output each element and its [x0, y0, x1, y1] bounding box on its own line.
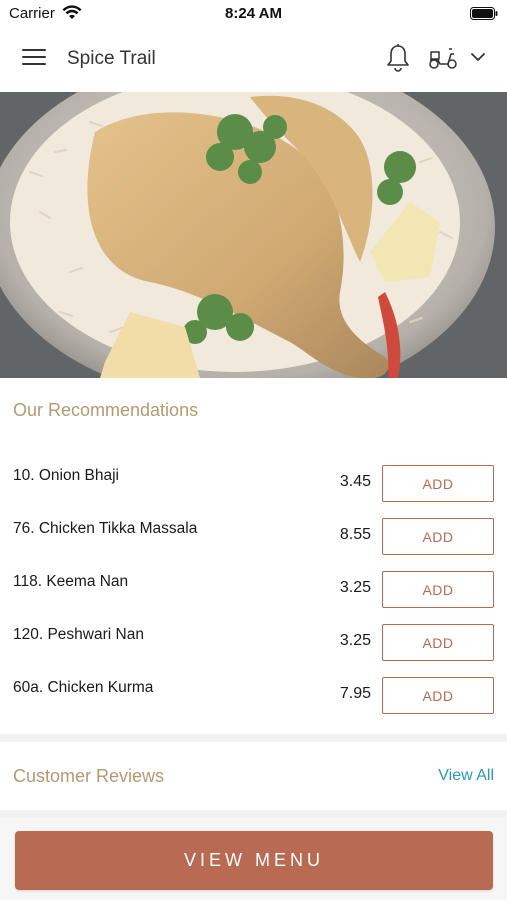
- item-name: 10. Onion Bhaji: [13, 467, 119, 484]
- add-button[interactable]: ADD: [382, 624, 494, 661]
- item-name: 60a. Chicken Kurma: [13, 679, 154, 696]
- hero-food-image: [0, 92, 507, 378]
- item-price: 3.45: [339, 473, 371, 490]
- list-item: 60a. Chicken Kurma 7.95 ADD: [0, 675, 507, 728]
- add-button[interactable]: ADD: [382, 518, 494, 555]
- item-name: 76. Chicken Tikka Massala: [13, 520, 198, 537]
- item-name: 118. Keema Nan: [13, 573, 129, 590]
- bottom-bar: VIEW MENU: [0, 818, 507, 900]
- chevron-down-icon[interactable]: [470, 50, 486, 64]
- add-button[interactable]: ADD: [382, 571, 494, 608]
- menu-icon[interactable]: [22, 49, 46, 69]
- view-all-link[interactable]: View All: [438, 767, 494, 785]
- list-item: 10. Onion Bhaji 3.45 ADD: [0, 463, 507, 516]
- add-button[interactable]: ADD: [382, 677, 494, 714]
- customer-reviews-section: Customer Reviews View All: [0, 742, 507, 810]
- clock: 8:24 AM: [225, 5, 282, 22]
- item-name: 120. Peshwari Nan: [13, 626, 144, 643]
- section-divider: [0, 734, 507, 742]
- add-button[interactable]: ADD: [382, 465, 494, 502]
- list-item: 76. Chicken Tikka Massala 8.55 ADD: [0, 516, 507, 569]
- item-price: 3.25: [339, 579, 371, 596]
- view-menu-button[interactable]: VIEW MENU: [15, 831, 493, 890]
- scooter-icon[interactable]: [427, 45, 459, 71]
- section-divider: [0, 810, 507, 818]
- item-price: 7.95: [339, 685, 371, 702]
- item-price: 8.55: [339, 526, 371, 543]
- status-bar: Carrier 8:24 AM: [0, 0, 507, 28]
- list-item: 120. Peshwari Nan 3.25 ADD: [0, 622, 507, 675]
- recommendations-title: Our Recommendations: [13, 400, 199, 420]
- restaurant-title: Spice Trail: [67, 48, 156, 69]
- reviews-title: Customer Reviews: [13, 766, 165, 786]
- bell-icon[interactable]: [385, 43, 411, 73]
- item-price: 3.25: [339, 632, 371, 649]
- app-header: Spice Trail: [0, 28, 507, 92]
- list-item: 118. Keema Nan 3.25 ADD: [0, 569, 507, 622]
- battery-icon: [470, 7, 498, 20]
- recommendations-list: 10. Onion Bhaji 3.45 ADD 76. Chicken Tik…: [0, 463, 507, 728]
